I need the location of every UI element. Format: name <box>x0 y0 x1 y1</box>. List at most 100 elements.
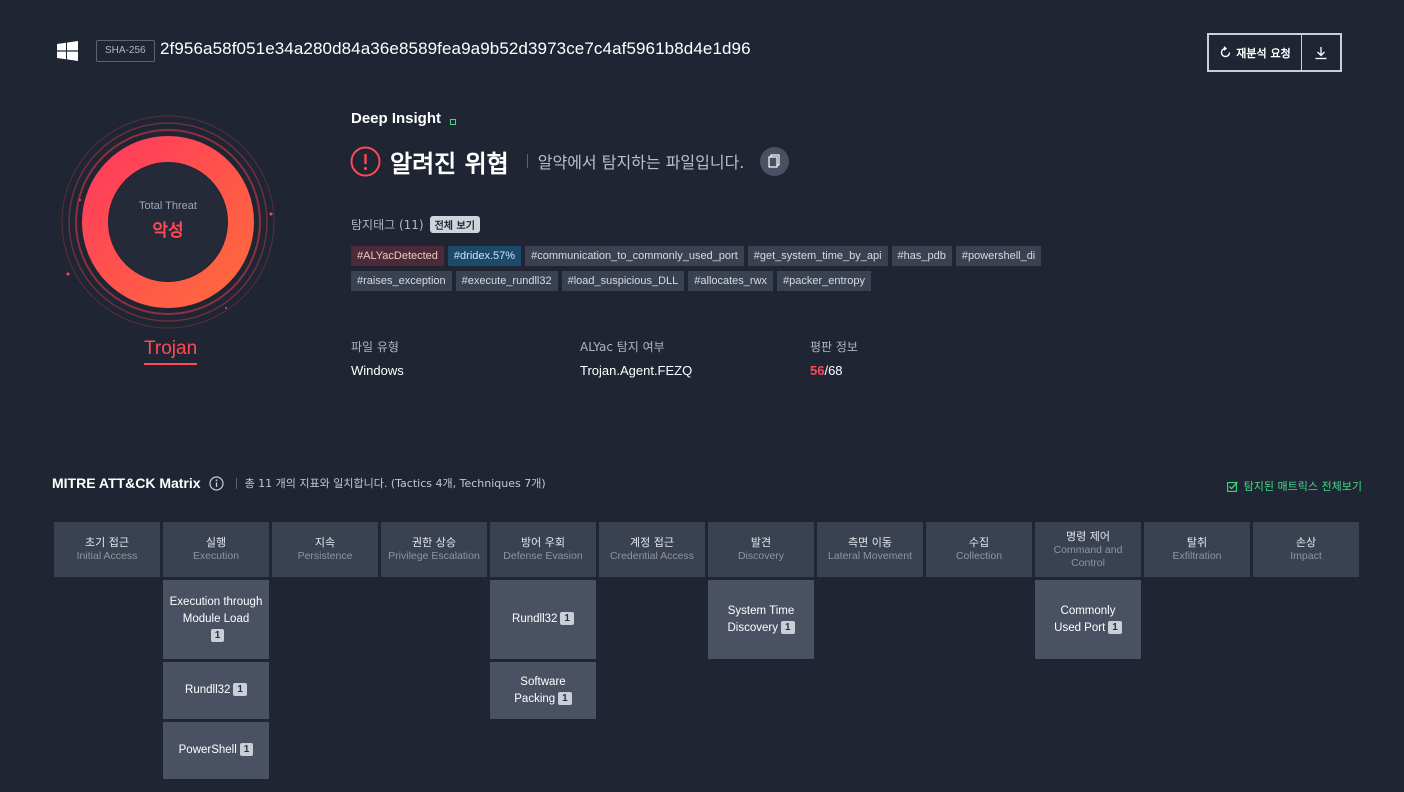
technique-count-badge: 1 <box>560 612 574 626</box>
tactic-name-en: Execution <box>192 550 240 562</box>
tag[interactable]: #has_pdb <box>891 246 952 266</box>
alyac-detection-value: Trojan.Agent.FEZQ <box>580 363 693 378</box>
tag[interactable]: #packer_entropy <box>777 271 871 291</box>
view-all-tags-button[interactable]: 전체 보기 <box>429 216 480 233</box>
status-dot-icon <box>450 119 456 125</box>
reputation-label: 평판 정보 <box>810 340 858 354</box>
tag-row: #raises_exception #execute_rundll32 #loa… <box>351 271 871 291</box>
tactic-name-ko: 초기 접근 <box>85 536 129 549</box>
total-threat-label: Total Threat <box>139 200 197 212</box>
tactic-name-ko: 발견 <box>750 536 772 549</box>
technique-count-badge: 1 <box>780 620 795 634</box>
tactic-name-en: Discovery <box>737 550 785 562</box>
malware-family-label: Trojan <box>144 338 198 365</box>
tag[interactable]: #get_system_time_by_api <box>747 246 888 266</box>
threat-status-title: 알려진 위협 <box>390 149 509 178</box>
technique-count-badge: 1 <box>210 629 225 643</box>
info-icon[interactable] <box>208 475 224 491</box>
reputation-info: 평판 정보 56/68 <box>810 338 858 378</box>
refresh-icon <box>1221 46 1231 58</box>
tactic-name-ko: 방어 우회 <box>521 536 565 549</box>
reputation-total-count: /68 <box>824 363 843 378</box>
reanalyze-button[interactable]: 재분석 요청 <box>1209 35 1302 70</box>
detection-tags-header: 탐지태그 (11) 전체 보기 <box>351 216 480 233</box>
tactic-credential-access[interactable]: 계정 접근 Credential Access <box>599 522 705 577</box>
tag[interactable]: #dridex.57% <box>447 246 522 266</box>
technique-count-badge: 1 <box>233 683 247 697</box>
technique-name: Rundll32 <box>512 613 558 625</box>
file-type-info: 파일 유형 Windows <box>351 338 404 378</box>
tactic-privilege-escalation[interactable]: 권한 상승 Privilege Escalation <box>381 522 487 577</box>
technique-card[interactable]: Rundll32 1 <box>163 662 269 719</box>
technique-card[interactable]: Rundll32 1 <box>490 580 596 659</box>
mitre-title: MITRE ATT&CK Matrix <box>52 475 201 491</box>
tag[interactable]: #powershell_di <box>955 246 1042 266</box>
download-button[interactable] <box>1302 35 1340 70</box>
tag[interactable]: #raises_exception <box>351 271 452 291</box>
file-hash: 2f956a58f051e34a280d84a36e8589fea9a9b52d… <box>160 39 751 58</box>
download-icon <box>1315 46 1327 59</box>
alyac-detection-label: ALYac 탐지 여부 <box>580 340 665 354</box>
technique-count-badge: 1 <box>558 691 572 705</box>
tactic-collection[interactable]: 수집 Collection <box>926 522 1032 577</box>
threat-status-row: 알려진 위협 알약에서 탐지하는 파일입니다. <box>350 143 790 179</box>
alert-circle-icon <box>350 146 381 176</box>
technique-card[interactable]: System Time Discovery 1 <box>708 580 814 659</box>
copy-icon <box>768 154 780 168</box>
tactic-name-ko: 수집 <box>968 536 990 549</box>
tactic-name-ko: 명령 제어 <box>1066 529 1110 543</box>
tactic-name-en: Exfiltration <box>1172 550 1222 562</box>
tactic-name-en: Initial Access <box>76 550 138 562</box>
mitre-header: MITRE ATT&CK Matrix 총 11 개의 지표와 일치합니다. (… <box>52 475 546 491</box>
divider <box>235 477 237 489</box>
view-detected-matrix-link[interactable]: 탐지된 매트릭스 전체보기 <box>1226 478 1362 494</box>
verdict-label: 악성 <box>152 221 184 241</box>
tactic-name-ko: 손상 <box>1295 536 1317 549</box>
alyac-detection-info: ALYac 탐지 여부 Trojan.Agent.FEZQ <box>580 338 692 378</box>
technique-name: Commonly Used Port <box>1054 604 1116 634</box>
tactic-name-en: Collection <box>955 550 1003 562</box>
tactic-name-en: Privilege Escalation <box>388 550 480 562</box>
header-toolbar: 재분석 요청 <box>1207 33 1342 72</box>
tactic-name-ko: 지속 <box>314 536 336 549</box>
technique-card[interactable]: Execution through Module Load 1 <box>163 580 269 659</box>
technique-card[interactable]: Software Packing 1 <box>490 662 596 719</box>
tactic-name-en: Impact <box>1290 550 1322 562</box>
checkbox-icon <box>1226 481 1238 492</box>
tactic-name-en: Credential Access <box>609 550 695 562</box>
tactic-defense-evasion[interactable]: 방어 우회 Defense Evasion <box>490 522 596 577</box>
tag[interactable]: #communication_to_commonly_used_port <box>525 246 744 266</box>
tactic-lateral-movement[interactable]: 측면 이동 Lateral Movement <box>817 522 923 577</box>
reputation-value: 56/68 <box>810 363 858 378</box>
technique-name: PowerShell <box>178 744 237 756</box>
tag[interactable]: #ALYacDetected <box>351 246 444 266</box>
copy-button[interactable] <box>760 146 790 176</box>
tactic-discovery[interactable]: 발견 Discovery <box>708 522 814 577</box>
tactic-execution[interactable]: 실행 Execution <box>163 522 269 577</box>
technique-count-badge: 1 <box>239 743 254 757</box>
technique-card[interactable]: PowerShell 1 <box>163 722 269 779</box>
hash-type-badge: SHA-256 <box>96 40 155 62</box>
tactic-command-and-control[interactable]: 명령 제어 Command and Control <box>1035 522 1141 577</box>
tactic-name-en: Lateral Movement <box>827 550 913 562</box>
technique-name: Rundll32 <box>185 684 231 696</box>
tactic-initial-access[interactable]: 초기 접근 Initial Access <box>54 522 160 577</box>
file-type-label: 파일 유형 <box>351 340 399 354</box>
view-detected-matrix-label: 탐지된 매트릭스 전체보기 <box>1243 480 1362 493</box>
technique-name: Execution through Module Load <box>169 596 263 625</box>
tactic-exfiltration[interactable]: 탈취 Exfiltration <box>1144 522 1250 577</box>
technique-card[interactable]: Commonly Used Port 1 <box>1035 580 1141 659</box>
tactic-name-en: Persistence <box>297 550 353 562</box>
tag[interactable]: #load_suspicious_DLL <box>561 271 685 291</box>
tactic-impact[interactable]: 손상 Impact <box>1253 522 1359 577</box>
tag[interactable]: #allocates_rwx <box>688 271 774 291</box>
tactic-persistence[interactable]: 지속 Persistence <box>272 522 378 577</box>
deep-insight-title: Deep Insight <box>351 110 442 127</box>
tag[interactable]: #execute_rundll32 <box>455 271 558 291</box>
tactic-name-ko: 권한 상승 <box>412 536 456 549</box>
tactic-name-en: Defense Evasion <box>503 550 583 562</box>
divider <box>526 154 528 168</box>
detection-tags-title: 탐지태그 (11) <box>351 218 424 232</box>
file-type-value: Windows <box>351 363 404 378</box>
tactic-name-ko: 측면 이동 <box>848 536 892 549</box>
